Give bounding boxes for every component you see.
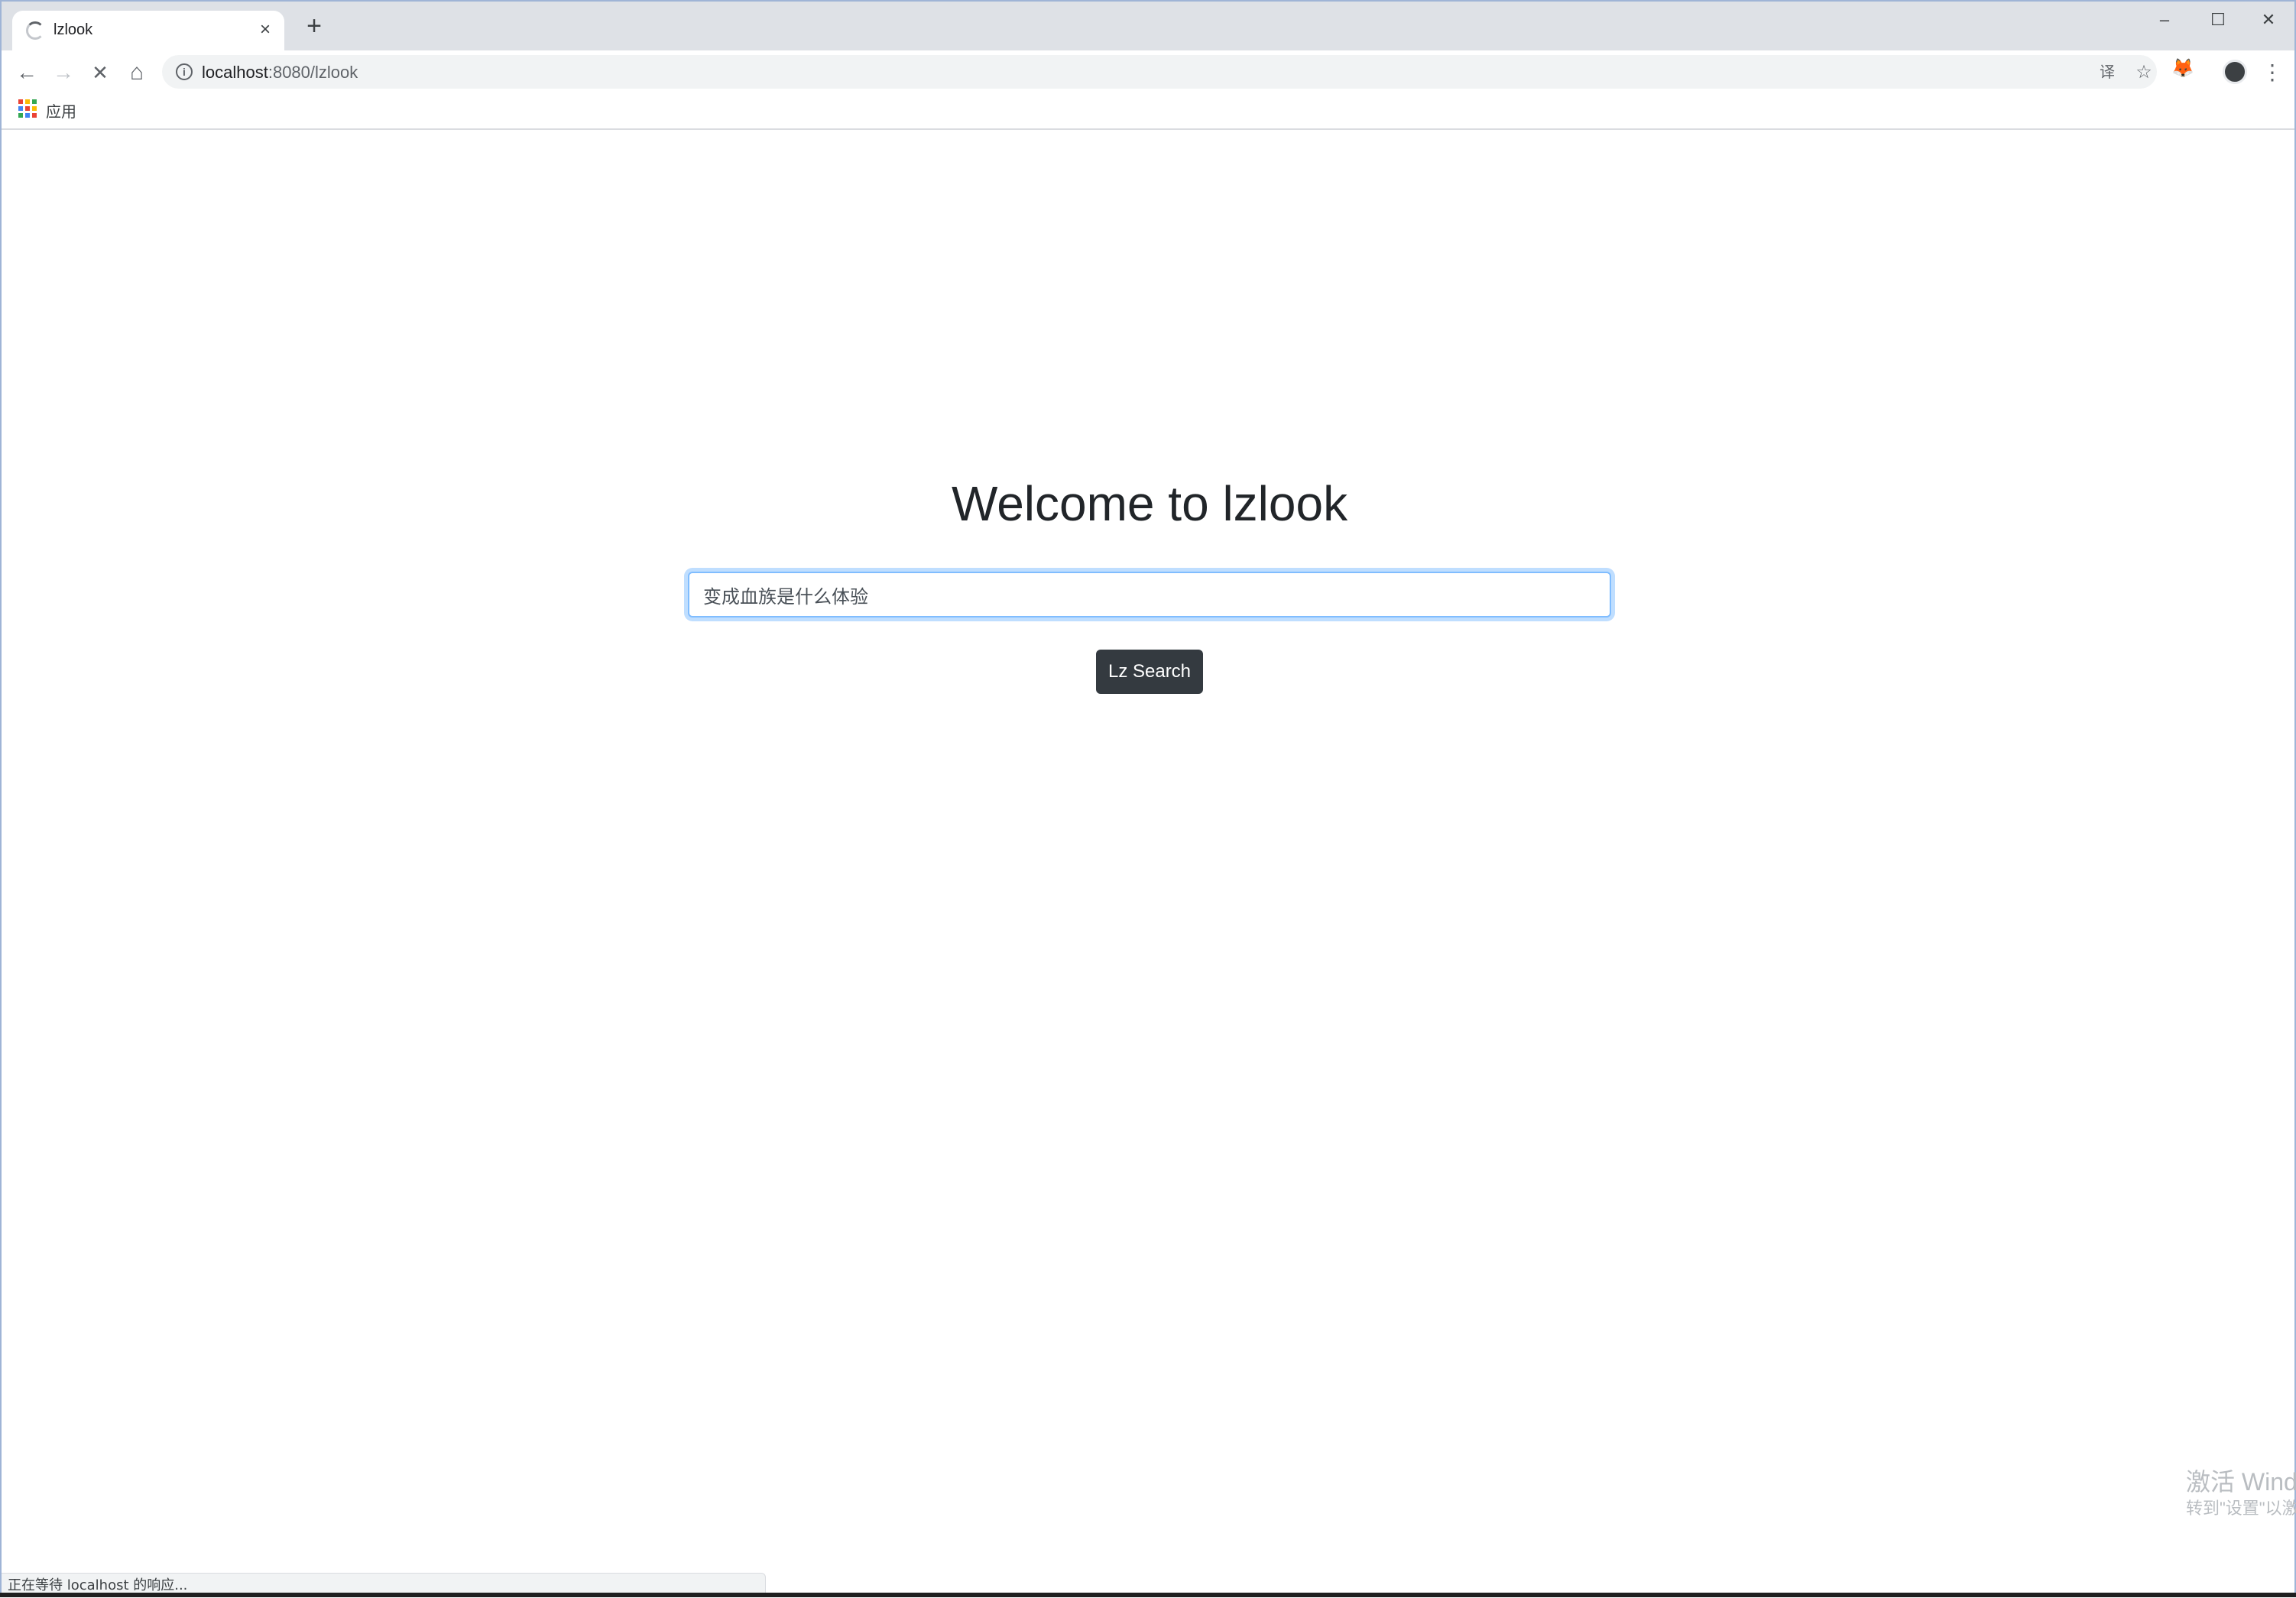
translate-icon[interactable]: 译 xyxy=(2096,61,2119,84)
new-tab-button[interactable]: + xyxy=(301,13,327,40)
bookmarks-bar: 应用 xyxy=(2,93,2294,130)
stop-loading-button[interactable]: ✕ xyxy=(86,58,115,87)
apps-dot xyxy=(18,99,23,104)
menu-icon[interactable]: ⋮ xyxy=(2261,61,2284,84)
back-button[interactable]: ← xyxy=(12,58,41,87)
activation-watermark-line1: 激活 Wind xyxy=(2186,1468,2296,1496)
browser-window: lzlook × + – ☐ ✕ ← → ✕ ⌂ i localhost:808… xyxy=(0,0,2296,1597)
browser-toolbar: ← → ✕ ⌂ i localhost:8080/lzlook 译 ☆ 🦊 ⋮ xyxy=(2,50,2294,93)
forward-button[interactable]: → xyxy=(49,58,78,87)
bookmark-star-icon[interactable]: ☆ xyxy=(2132,61,2155,84)
activation-watermark-line2: 转到"设置"以激 xyxy=(2186,1499,2296,1518)
apps-grid-icon[interactable] xyxy=(18,99,37,118)
url-text[interactable]: localhost:8080/lzlook xyxy=(202,63,358,83)
site-info-icon[interactable]: i xyxy=(176,63,193,80)
apps-dot xyxy=(18,106,23,111)
address-bar[interactable]: i localhost:8080/lzlook 译 ☆ xyxy=(162,55,2157,89)
apps-dot xyxy=(25,99,30,104)
apps-dot xyxy=(18,113,23,118)
minimize-button[interactable]: – xyxy=(2142,6,2187,34)
metamask-extension-icon[interactable]: 🦊 xyxy=(2171,57,2195,81)
page-content: Welcome to lzlook Lz Search xyxy=(2,130,2294,1582)
apps-dot xyxy=(32,99,37,104)
search-input[interactable] xyxy=(688,572,1611,617)
maximize-button[interactable]: ☐ xyxy=(2195,6,2241,34)
tab-lzlook[interactable]: lzlook × xyxy=(12,11,284,50)
tab-title: lzlook xyxy=(54,21,93,38)
taskbar-edge xyxy=(0,1593,2296,1597)
page-title: Welcome to lzlook xyxy=(951,476,1348,531)
search-button[interactable]: Lz Search xyxy=(1096,650,1203,694)
loading-spinner-icon xyxy=(26,21,44,40)
apps-dot xyxy=(32,113,37,118)
tab-close-icon[interactable]: × xyxy=(260,18,271,41)
apps-bookmark-label[interactable]: 应用 xyxy=(46,99,76,122)
tab-strip: lzlook × + – ☐ ✕ xyxy=(2,2,2294,50)
apps-dot xyxy=(25,106,30,111)
apps-dot xyxy=(32,106,37,111)
profile-avatar[interactable] xyxy=(2223,60,2247,84)
url-host: localhost xyxy=(202,63,268,82)
url-path: :8080/lzlook xyxy=(268,63,358,82)
apps-dot xyxy=(25,113,30,118)
close-window-button[interactable]: ✕ xyxy=(2246,6,2291,34)
home-button[interactable]: ⌂ xyxy=(122,58,151,87)
